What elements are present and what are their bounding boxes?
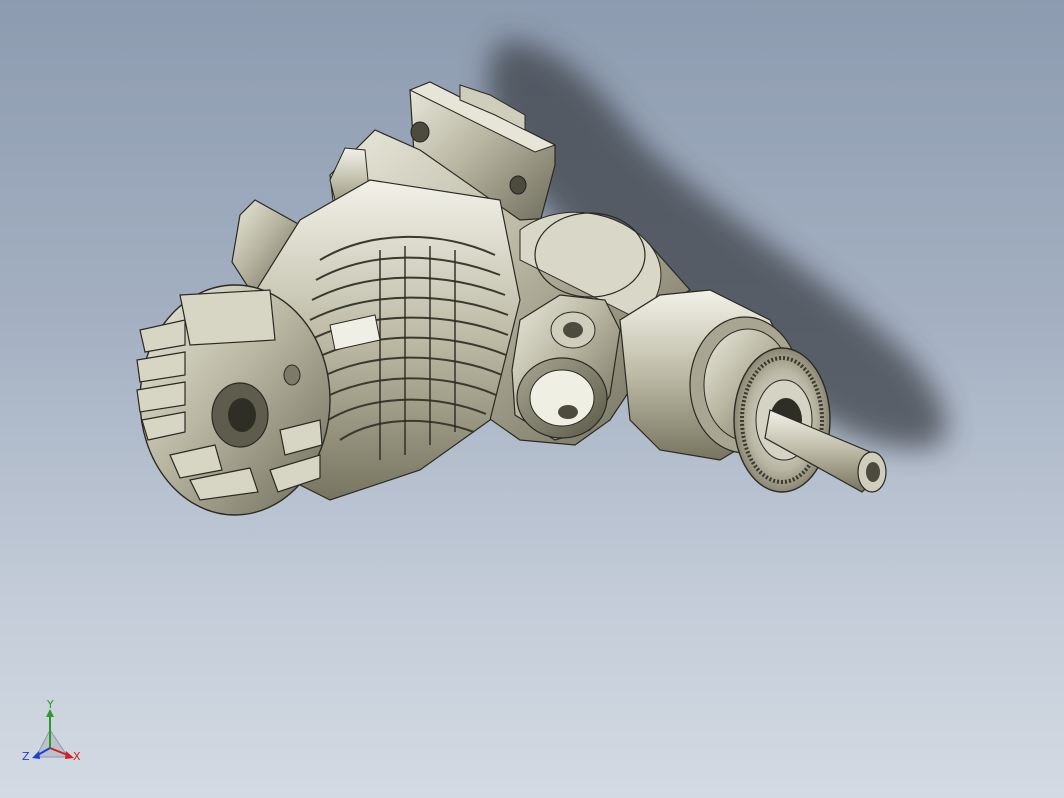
cylinder-head — [136, 284, 331, 516]
z-axis-arrow — [32, 751, 40, 759]
y-axis-label: Y — [46, 700, 54, 711]
axis-triad: Y X Z — [22, 700, 81, 763]
z-axis-label: Z — [22, 750, 30, 763]
engine-assembly-model[interactable] — [0, 0, 1064, 798]
x-axis-label: X — [73, 750, 81, 763]
3d-viewport[interactable]: Y X Z — [0, 0, 1064, 798]
